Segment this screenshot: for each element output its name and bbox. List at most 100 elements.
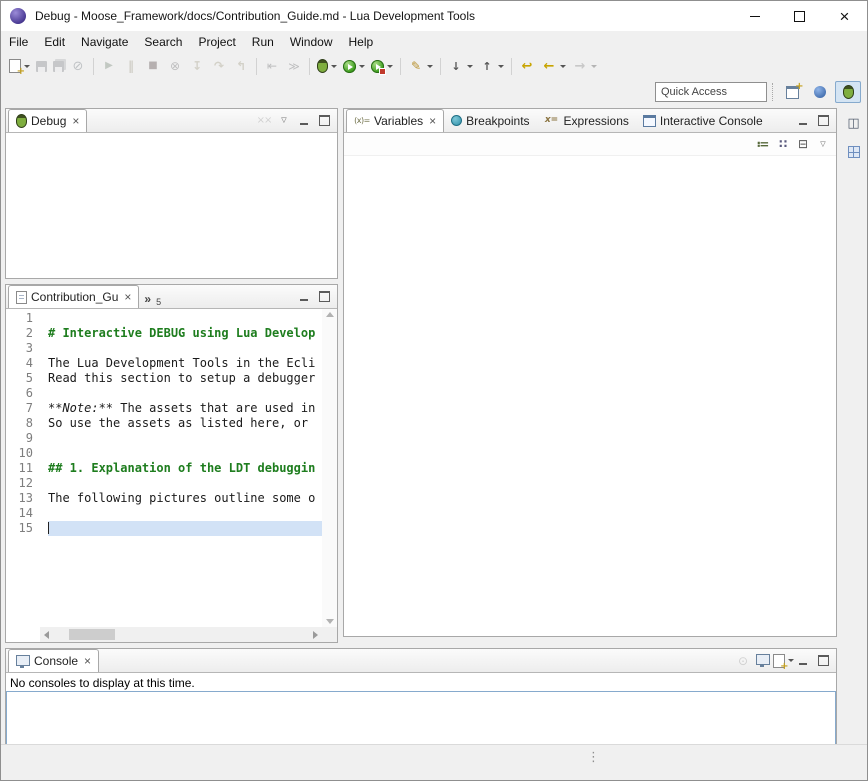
debug-dropdown-icon[interactable] [331,65,337,68]
tab-contribution-gu[interactable]: Contribution_Gu [8,285,139,308]
editor-line[interactable]: ## 1. Explanation of the LDT debuggin [48,461,322,476]
maximize-button[interactable] [813,651,833,671]
editor-line[interactable]: Read this section to setup a debugger [48,371,322,386]
menu-help[interactable]: Help [341,31,382,53]
back-dropdown-icon[interactable] [560,65,566,68]
tab-debug[interactable]: Debug [8,109,87,132]
statusbar-drag-handle[interactable] [587,750,600,765]
editor-line[interactable] [48,476,322,491]
last-edit-location-button[interactable] [516,55,538,77]
maximize-window-button[interactable] [777,1,822,31]
maximize-button[interactable] [314,287,334,307]
editor-line[interactable] [48,311,322,326]
scrollbar-track[interactable] [53,627,309,642]
tab-console[interactable]: Console [8,649,99,672]
save-all-button[interactable] [50,55,67,77]
open-perspective-button[interactable] [779,81,805,103]
menu-navigate[interactable]: Navigate [73,31,136,53]
line-number-gutter[interactable]: 123456789101112131415 [6,309,40,627]
close-window-button[interactable] [822,1,867,31]
open-console-button[interactable] [773,651,793,671]
use-step-filters-button[interactable] [283,55,305,77]
close-tab-icon[interactable] [122,290,131,304]
editor-line[interactable] [48,446,322,461]
run-dropdown-icon[interactable] [359,65,365,68]
variables-view-body[interactable] [344,156,836,636]
editor-line[interactable] [48,521,322,536]
minimize-window-button[interactable] [732,1,777,31]
maximize-button[interactable] [314,111,334,131]
back-button[interactable] [538,55,569,77]
restore-views-button[interactable] [844,114,864,132]
debug-view-body[interactable] [6,133,337,278]
terminate-button[interactable] [142,55,164,77]
editor-line[interactable] [48,506,322,521]
resume-button[interactable] [98,55,120,77]
maximize-button[interactable] [813,111,833,131]
view-menu-button[interactable] [813,134,833,154]
tab-expressions[interactable]: Expressions [537,109,636,132]
tab-interactive-console[interactable]: Interactive Console [636,109,770,132]
menu-file[interactable]: File [1,31,36,53]
step-return-button[interactable] [230,55,252,77]
mark-occurrences-button[interactable] [405,55,436,77]
show-type-names-button[interactable] [753,134,773,154]
menu-project[interactable]: Project [190,31,243,53]
editor-text-area[interactable]: # Interactive DEBUG using Lua Develop The… [40,309,322,627]
save-button[interactable] [33,55,50,77]
drop-to-frame-button[interactable] [261,55,283,77]
editor-line[interactable] [48,341,322,356]
forward-dropdown-icon[interactable] [591,65,597,68]
scrollbar-thumb[interactable] [69,629,115,640]
run-button[interactable] [340,55,368,77]
scroll-right-icon[interactable] [313,631,318,639]
editor-line[interactable] [48,386,322,401]
tab-variables[interactable]: Variables [346,109,444,132]
suspend-button[interactable] [120,55,142,77]
forward-button[interactable] [569,55,600,77]
mark-occurrences-dropdown-icon[interactable] [427,65,433,68]
scroll-left-icon[interactable] [44,631,49,639]
menu-search[interactable]: Search [136,31,190,53]
editor-line[interactable] [48,431,322,446]
next-annotation-button[interactable] [445,55,476,77]
tab-breakpoints[interactable]: Breakpoints [444,109,536,132]
editor-line[interactable]: So use the assets as listed here, or [48,416,322,431]
skip-all-breakpoints-button[interactable] [67,55,89,77]
editor-line[interactable]: The Lua Development Tools in the Ecli [48,356,322,371]
editor-line[interactable]: **Note:** The assets that are used in [48,401,322,416]
lua-perspective-button[interactable] [807,81,833,103]
console-text-area[interactable] [6,691,836,746]
remove-all-terminated-button[interactable] [254,111,274,131]
collapse-all-button[interactable] [793,134,813,154]
minimize-button[interactable] [793,651,813,671]
scroll-up-icon[interactable] [326,312,334,317]
display-selected-console-button[interactable] [753,651,773,671]
minimize-button[interactable] [294,287,314,307]
close-tab-icon[interactable] [82,654,91,668]
editor-tab-overflow[interactable]: »5 [139,290,166,308]
view-menu-button[interactable] [274,111,294,131]
editor-line[interactable]: # Interactive DEBUG using Lua Develop [48,326,322,341]
next-annotation-dropdown-icon[interactable] [467,65,473,68]
previous-annotation-button[interactable] [476,55,507,77]
menu-edit[interactable]: Edit [36,31,73,53]
minimize-button[interactable] [294,111,314,131]
new-wizard-button[interactable] [6,55,33,77]
external-tools-dropdown-icon[interactable] [387,65,393,68]
step-over-button[interactable] [208,55,230,77]
editor-line[interactable]: The following pictures outline some o [48,491,322,506]
debug-perspective-button[interactable] [835,81,861,103]
menu-run[interactable]: Run [244,31,282,53]
menu-window[interactable]: Window [282,31,341,53]
debug-button[interactable] [314,55,340,77]
minimized-views-button[interactable] [844,143,864,161]
quick-access-input[interactable] [655,82,767,102]
show-logical-structure-button[interactable] [773,134,793,154]
horizontal-scrollbar[interactable] [40,627,322,642]
close-tab-icon[interactable] [427,114,436,128]
scroll-down-icon[interactable] [326,619,334,624]
minimize-button[interactable] [793,111,813,131]
step-into-button[interactable] [186,55,208,77]
pin-console-button[interactable] [733,651,753,671]
